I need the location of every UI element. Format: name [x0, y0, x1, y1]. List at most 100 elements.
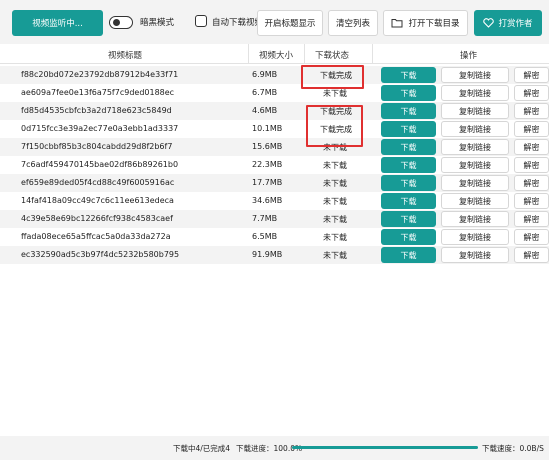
status-bar: 下载中4/已完成4 下载进度：100.0% 下载速度：0.0B/S	[0, 436, 549, 460]
column-divider	[372, 44, 373, 64]
copy-link-button[interactable]: 复制链接	[441, 103, 509, 119]
download-status: 下载完成	[320, 107, 352, 116]
download-button[interactable]: 下载	[381, 85, 436, 101]
table-row: 14faf418a09cc49c7c6c11ee613edeca 34.6MB …	[0, 192, 549, 210]
tip-button[interactable]: 打赏作者	[474, 10, 542, 36]
video-size: 22.3MB	[252, 160, 283, 169]
video-title: ef659e89ded05f4cd88c49f6005916ac	[21, 178, 175, 187]
header-actions: 操作	[460, 51, 478, 61]
download-status: 下载完成	[320, 71, 352, 80]
decrypt-button[interactable]: 解密	[514, 175, 549, 191]
download-button[interactable]: 下载	[381, 121, 436, 137]
decrypt-button[interactable]: 解密	[514, 157, 549, 173]
clear-list-button[interactable]: 清空列表	[328, 10, 378, 36]
speed-label: 下载速度：0.0B/S	[482, 444, 544, 453]
decrypt-button[interactable]: 解密	[514, 247, 549, 263]
video-size: 4.6MB	[252, 106, 278, 115]
video-size: 91.9MB	[252, 250, 283, 259]
video-size: 6.7MB	[252, 88, 278, 97]
download-status: 下载完成	[320, 125, 352, 134]
dark-mode-toggle[interactable]	[109, 16, 133, 29]
download-button[interactable]: 下载	[381, 67, 436, 83]
download-status: 未下载	[323, 161, 347, 170]
toggle-knob	[113, 19, 120, 26]
table-row: 0d715fcc3e39a2ec77e0a3ebb1ad3337 10.1MB …	[0, 120, 549, 138]
copy-link-button[interactable]: 复制链接	[441, 67, 509, 83]
decrypt-button[interactable]: 解密	[514, 67, 549, 83]
open-dir-button[interactable]: 打开下载目录	[383, 10, 468, 36]
table-row: ec332590ad5c3b97f4dc5232b580b795 91.9MB …	[0, 246, 549, 264]
download-counts: 下载中4/已完成4	[173, 444, 231, 453]
table-row: fd85d4535cbfcb3a2d718e623c5849d 4.6MB 下载…	[0, 102, 549, 120]
folder-icon	[391, 19, 403, 28]
decrypt-button[interactable]: 解密	[514, 229, 549, 245]
video-size: 6.5MB	[252, 232, 278, 241]
video-title: fd85d4535cbfcb3a2d718e623c5849d	[21, 106, 172, 115]
copy-link-button[interactable]: 复制链接	[441, 211, 509, 227]
copy-link-button[interactable]: 复制链接	[441, 157, 509, 173]
download-status: 未下载	[323, 251, 347, 260]
download-status: 未下载	[323, 215, 347, 224]
copy-link-button[interactable]: 复制链接	[441, 85, 509, 101]
video-size: 34.6MB	[252, 196, 283, 205]
column-divider	[248, 44, 249, 64]
copy-link-button[interactable]: 复制链接	[441, 175, 509, 191]
video-list: f88c20bd072e23792db87912b4e33f71 6.9MB 下…	[0, 66, 549, 264]
download-button[interactable]: 下载	[381, 103, 436, 119]
download-button[interactable]: 下载	[381, 211, 436, 227]
table-row: 7f150cbbf85b3c804cabdd29d8f2b6f7 15.6MB …	[0, 138, 549, 156]
decrypt-button[interactable]: 解密	[514, 193, 549, 209]
copy-link-button[interactable]: 复制链接	[441, 229, 509, 245]
download-status: 未下载	[323, 143, 347, 152]
decrypt-button[interactable]: 解密	[514, 211, 549, 227]
download-button[interactable]: 下载	[381, 157, 436, 173]
copy-link-button[interactable]: 复制链接	[441, 121, 509, 137]
download-button[interactable]: 下载	[381, 229, 436, 245]
dark-mode-label: 暗黑模式	[140, 18, 175, 28]
download-status: 未下载	[323, 197, 347, 206]
progress-fill	[292, 446, 478, 449]
download-status: 未下载	[323, 233, 347, 242]
open-dir-label: 打开下载目录	[408, 19, 460, 29]
header-status: 下载状态	[315, 51, 350, 61]
video-title: ae609a7fee0e13f6a75f7c9ded0188ec	[21, 88, 175, 97]
table-row: ffada08ece65a5ffcac5a0da33da272a 6.5MB 未…	[0, 228, 549, 246]
copy-link-button[interactable]: 复制链接	[441, 139, 509, 155]
column-divider	[304, 44, 305, 64]
heart-icon	[483, 18, 495, 28]
download-status: 未下载	[323, 89, 347, 98]
progress-bar	[292, 446, 478, 449]
download-button[interactable]: 下载	[381, 175, 436, 191]
toolbar: 视频监听中... 暗黑模式 自动下载视频 开启标题显示 清空列表 打开下载目录 …	[0, 0, 549, 44]
video-title: 0d715fcc3e39a2ec77e0a3ebb1ad3337	[21, 124, 179, 133]
video-size: 6.9MB	[252, 70, 278, 79]
decrypt-button[interactable]: 解密	[514, 85, 549, 101]
video-size: 7.7MB	[252, 214, 278, 223]
video-title: ffada08ece65a5ffcac5a0da33da272a	[21, 232, 171, 241]
table-row: ae609a7fee0e13f6a75f7c9ded0188ec 6.7MB 未…	[0, 84, 549, 102]
copy-link-button[interactable]: 复制链接	[441, 247, 509, 263]
decrypt-button[interactable]: 解密	[514, 103, 549, 119]
header-size: 视频大小	[259, 51, 294, 61]
tip-label: 打赏作者	[498, 19, 533, 29]
table-row: f88c20bd072e23792db87912b4e33f71 6.9MB 下…	[0, 66, 549, 84]
decrypt-button[interactable]: 解密	[514, 121, 549, 137]
monitor-button[interactable]: 视频监听中...	[12, 10, 103, 36]
download-button[interactable]: 下载	[381, 193, 436, 209]
download-status: 未下载	[323, 179, 347, 188]
download-button[interactable]: 下载	[381, 247, 436, 263]
table-row: 7c6adf459470145bae02df86b89261b0 22.3MB …	[0, 156, 549, 174]
video-title: f88c20bd072e23792db87912b4e33f71	[21, 70, 179, 79]
video-size: 17.7MB	[252, 178, 283, 187]
video-title: 14faf418a09cc49c7c6c11ee613edeca	[21, 196, 174, 205]
copy-link-button[interactable]: 复制链接	[441, 193, 509, 209]
decrypt-button[interactable]: 解密	[514, 139, 549, 155]
table-row: 4c39e58e69bc12266fcf938c4583caef 7.7MB 未…	[0, 210, 549, 228]
auto-download-checkbox[interactable]	[195, 15, 207, 27]
video-title: ec332590ad5c3b97f4dc5232b580b795	[21, 250, 180, 259]
download-button[interactable]: 下载	[381, 139, 436, 155]
show-title-button[interactable]: 开启标题显示	[257, 10, 323, 36]
video-title: 7f150cbbf85b3c804cabdd29d8f2b6f7	[21, 142, 173, 151]
table-header: 视频标题 视频大小 下载状态 操作	[0, 44, 549, 64]
auto-download-label: 自动下载视频	[212, 18, 264, 28]
